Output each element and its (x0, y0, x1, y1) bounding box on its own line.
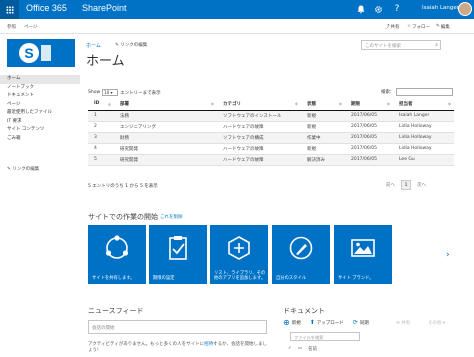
edit-links-nav[interactable]: ✎ リンクの編集 (7, 166, 39, 172)
documents-title: ドキュメント (283, 308, 325, 315)
nav-item-site-contents[interactable]: サイト コンテンツ (0, 126, 80, 135)
table-row[interactable]: 2 エンジニアリング ハードウェアの故障 新規 2017/06/05 Lidia Holl… (88, 121, 454, 133)
page-size-select[interactable]: 10 ▾ (102, 89, 119, 96)
bell-icon[interactable] (354, 2, 368, 16)
share-button[interactable]: ⤴ 共有 (385, 24, 400, 30)
pager-prev[interactable]: 前へ (386, 182, 395, 188)
get-started-title: サイトでの作業の開始 (88, 214, 158, 221)
entries-info: 5 エントリのうち 1 から 5 を表示 (88, 184, 158, 189)
office-365-brand[interactable]: Office 365 (26, 3, 67, 13)
avatar[interactable] (458, 2, 472, 16)
newsfeed-empty-message: アクティビティがありません。もっと多くの人をサイトに招待するか、会話を開始しまし… (88, 342, 268, 353)
tab-browse[interactable]: 参照 (7, 24, 16, 30)
column-header-department[interactable]: 部署 ◆ (114, 98, 217, 111)
table-row[interactable]: 3 財務 ソフトウェアの構成 作業中 2017/06/05 Lidia Holloway (88, 132, 454, 144)
table-header-row: ID ▲ 部署 ◆ カテゴリ ◆ 状態 ◆ 期限 ◆ 担当者 ◆ (88, 98, 454, 111)
site-search-input[interactable]: このサイトを検索 ⌕ (361, 40, 441, 50)
tile-your-style[interactable]: 自分のスタイル (272, 225, 330, 284)
help-icon[interactable]: ? (390, 2, 404, 16)
upload-button[interactable]: ⬆ アップロード (310, 319, 344, 326)
column-header-name[interactable]: 名前 (308, 346, 317, 352)
paint-brush-icon (289, 236, 313, 260)
table-row[interactable]: 1 法務 ソフトウェアのインストール 新規 2017/06/05 Isaiah Lange… (88, 110, 454, 122)
gear-icon[interactable] (371, 2, 385, 16)
doc-more-button[interactable]: その他 ▾ (428, 320, 445, 326)
column-header-assignee[interactable]: 担当者 ◆ (393, 98, 454, 111)
ribbon: 参照 ページ ⤴ 共有 ☆ フォロー ✎ 編集 (0, 19, 474, 34)
tile-add-apps[interactable]: リスト、ライブラリ、その他のアプリを追加します。 (210, 225, 268, 284)
nav-item-it-requests[interactable]: IT 要求 (0, 118, 80, 127)
checkbox-icon[interactable]: ✓ (288, 346, 292, 352)
share-icon (105, 235, 129, 259)
documents-header-row: ✓ ▭ 名前 (288, 346, 317, 352)
requests-table: ID ▲ 部署 ◆ カテゴリ ◆ 状態 ◆ 期限 ◆ 担当者 ◆ 1 法務 ソフトウェアのインス… (88, 98, 454, 166)
nav-item-pages[interactable]: ページ (0, 101, 80, 110)
chevron-right-icon[interactable]: › (446, 250, 450, 260)
breadcrumb-home[interactable]: ホーム (86, 43, 101, 49)
column-header-status[interactable]: 状態 ◆ (301, 98, 345, 111)
sharepoint-app-name[interactable]: SharePoint (82, 3, 127, 13)
tab-page[interactable]: ページ (24, 24, 37, 30)
tile-site-branding[interactable]: サイト ブランド。 (334, 225, 392, 284)
search-icon[interactable]: ⌕ (435, 42, 438, 48)
column-header-category[interactable]: カテゴリ ◆ (217, 98, 301, 111)
page-title: ホーム (86, 53, 125, 68)
doc-share-button[interactable]: ⟲ 共有 (396, 320, 410, 326)
nav-item-recent[interactable]: 最近使用したファイル (0, 109, 80, 118)
nav-item-home[interactable]: ホーム (0, 75, 80, 84)
nav-item-notebook[interactable]: ノートブック (0, 84, 80, 93)
table-search-label: 検索: (381, 90, 392, 95)
star-icon: ☆ (407, 24, 412, 29)
sync-button[interactable]: ⟳ 同期 (353, 319, 369, 326)
clipboard-check-icon (169, 236, 187, 260)
follow-button[interactable]: ☆ フォロー (407, 24, 430, 30)
remove-get-started-link[interactable]: これを削除 (160, 214, 183, 220)
nav-item-recycle-bin[interactable]: ごみ箱 (0, 135, 80, 144)
table-row[interactable]: 5 研究開発 ハードウェアの故障 解決済み 2017/06/05 Lee Gu (88, 154, 454, 166)
pager-page-1[interactable]: 1 (401, 180, 411, 190)
pencil-icon: ✎ (436, 24, 440, 29)
share-icon: ⤴ (385, 24, 390, 30)
app-launcher-icon[interactable] (0, 0, 19, 19)
newsfeed-title: ニュースフィード (88, 308, 144, 315)
left-navigation: ホーム ノートブック ドキュメント ページ 最近使用したファイル IT 要求 サ… (0, 75, 80, 143)
tile-set-deadlines[interactable]: 期限の設定 (149, 225, 207, 284)
nav-item-documents[interactable]: ドキュメント (0, 92, 80, 101)
apps-hexagon-icon (228, 236, 250, 260)
pagination: 前へ 1 次へ (386, 180, 426, 190)
upload-icon: ⬆ (309, 319, 315, 326)
new-document-button[interactable]: ⊕ 新規 (283, 318, 301, 327)
suite-bar: Office 365 SharePoint ? Isaiah Langer (0, 0, 474, 19)
documents-toolbar: ⊕ 新規 ⬆ アップロード ⟳ 同期 (283, 318, 369, 327)
site-logo[interactable]: S (7, 39, 75, 67)
sync-icon: ⟳ (352, 319, 358, 326)
edit-button[interactable]: ✎ 編集 (436, 24, 450, 30)
pager-next[interactable]: 次へ (417, 182, 426, 188)
start-conversation-input[interactable]: 会話の開始 (88, 320, 267, 334)
column-header-id[interactable]: ID ▲ (88, 98, 114, 111)
edit-links-top[interactable]: ✎ リンクの編集 (115, 42, 147, 48)
tile-share-site[interactable]: サイトを共有します。 (88, 225, 146, 284)
invite-link[interactable]: 招待 (204, 342, 213, 347)
breadcrumb: ホーム (86, 42, 101, 49)
user-name[interactable]: Isaiah Langer (422, 5, 459, 11)
table-search-input[interactable] (396, 88, 453, 96)
file-type-icon: ▭ (297, 346, 303, 351)
document-search-input[interactable]: ファイルを検索 (290, 332, 360, 341)
plus-circle-icon: ⊕ (283, 318, 290, 327)
table-row[interactable]: 4 研究開発 ハードウェアの故障 新規 2017/06/05 Lidia Holloway (88, 143, 454, 155)
page-size-control: Show 10 ▾ エントリーまで表示 (88, 89, 161, 96)
picture-icon (351, 239, 375, 257)
column-header-due[interactable]: 期限 ◆ (345, 98, 393, 111)
